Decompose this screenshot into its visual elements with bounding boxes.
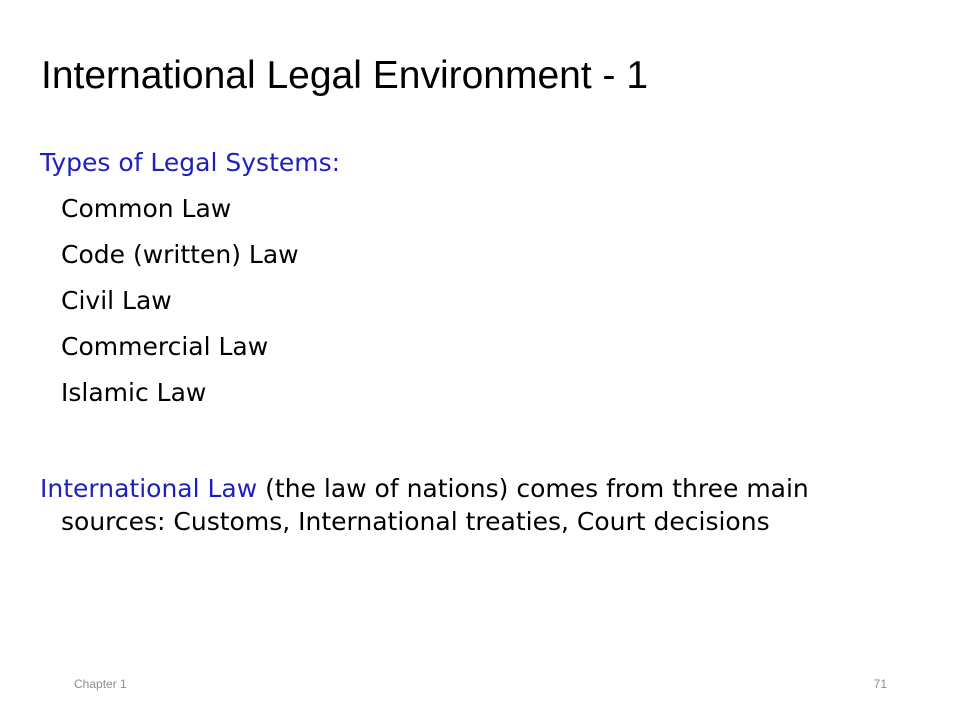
footer-chapter: Chapter 1 (74, 677, 127, 691)
list-item: Civil Law (61, 286, 172, 315)
list-item: Islamic Law (61, 378, 207, 407)
list-item: Common Law (61, 194, 232, 223)
legal-systems-list: Common Law Code (written) Law Civil Law … (40, 186, 900, 416)
legal-systems-heading: Types of Legal Systems: (40, 148, 341, 177)
slide-title: International Legal Environment - 1 (41, 54, 649, 97)
international-law-paragraph: International Law (the law of nations) c… (40, 472, 900, 538)
list-item: Code (written) Law (61, 240, 299, 269)
list-item: Commercial Law (61, 332, 269, 361)
slide-body: Types of Legal Systems: Common Law Code … (40, 140, 900, 563)
international-law-term: International Law (40, 474, 258, 503)
footer-page-number: 71 (873, 677, 887, 691)
slide: International Legal Environment - 1 Type… (0, 0, 960, 720)
